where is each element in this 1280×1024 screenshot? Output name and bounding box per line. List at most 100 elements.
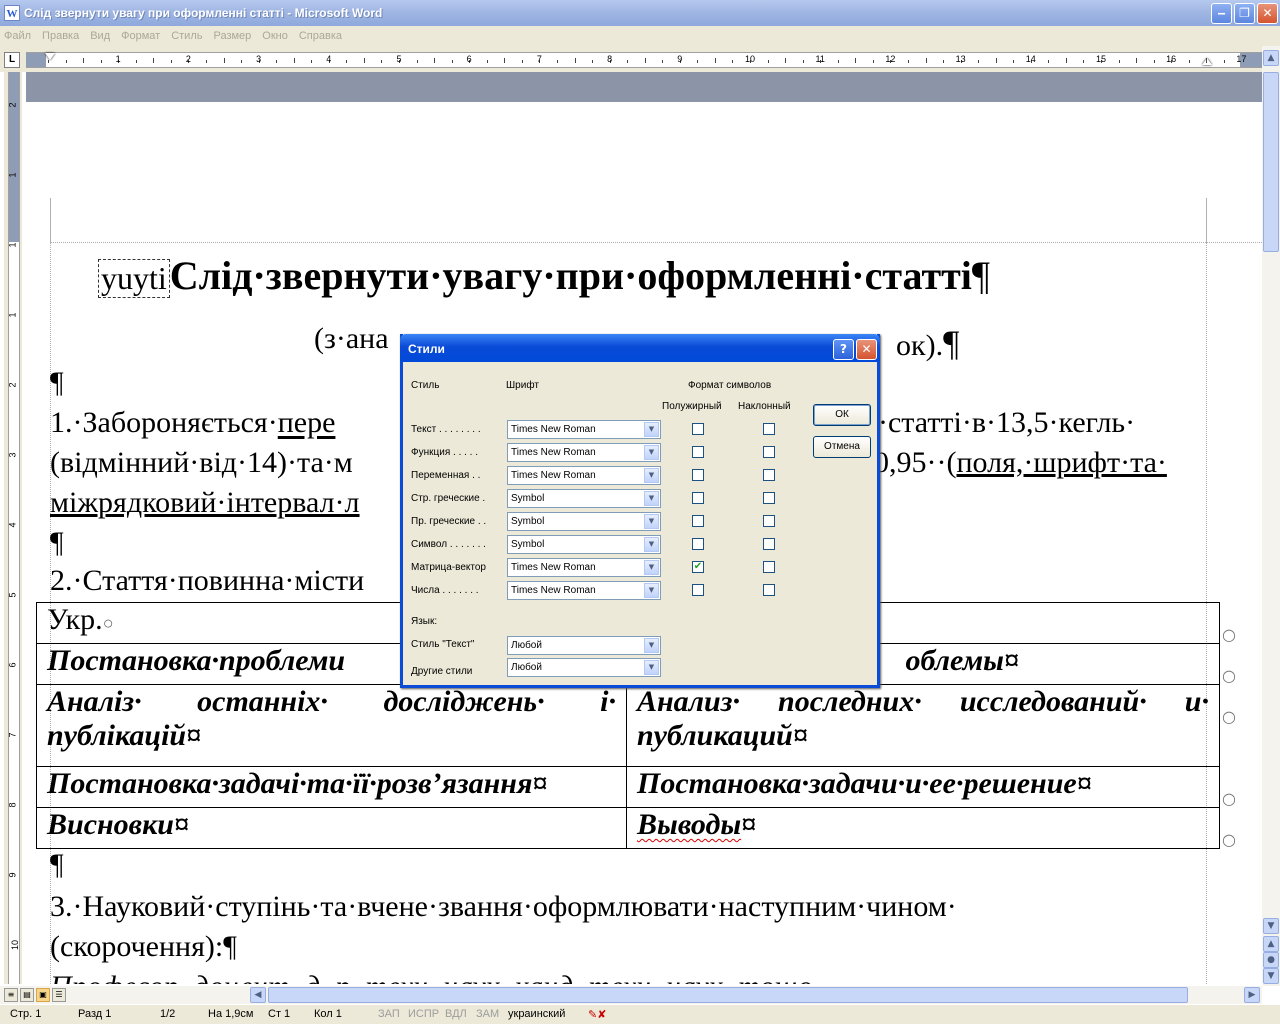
font-combo[interactable]: Times New Roman ▼: [507, 558, 661, 577]
font-combo[interactable]: Symbol ▼: [507, 535, 661, 554]
chevron-down-icon[interactable]: ▼: [644, 638, 659, 653]
minimize-button[interactable]: ‒: [1211, 2, 1232, 24]
scroll-right-icon[interactable]: ▶: [1244, 987, 1260, 1003]
outline-view-icon[interactable]: ☰: [52, 988, 66, 1002]
first-line-indent-marker[interactable]: [45, 53, 55, 60]
chevron-down-icon[interactable]: ▼: [644, 491, 659, 506]
italic-checkbox[interactable]: [763, 584, 775, 596]
bold-checkbox[interactable]: [692, 538, 704, 550]
status-rec[interactable]: ЗАП: [378, 1008, 400, 1020]
horizontal-scroll-thumb[interactable]: [268, 987, 1188, 1003]
menu-edit[interactable]: Правка: [42, 30, 79, 42]
subtitle-left[interactable]: (з·ана: [314, 322, 389, 356]
font-combo[interactable]: Times New Roman ▼: [507, 466, 661, 485]
chevron-down-icon[interactable]: ▼: [644, 445, 659, 460]
dialog-close-button[interactable]: ✕: [856, 339, 877, 360]
bold-checkbox[interactable]: [692, 469, 704, 481]
para4[interactable]: Професор,·доцент,·д.·р.·техн.·наук,·канд…: [50, 970, 820, 984]
para1-line2-left[interactable]: (відмінний·від·14)·та·м: [50, 446, 353, 480]
bold-checkbox[interactable]: [692, 492, 704, 504]
tab-selector-button[interactable]: L: [4, 52, 20, 68]
italic-checkbox[interactable]: [763, 515, 775, 527]
chevron-down-icon[interactable]: ▼: [644, 560, 659, 575]
ok-button[interactable]: ОК: [813, 404, 871, 426]
empty-paragraph-2[interactable]: ¶: [50, 526, 64, 560]
status-track[interactable]: ИСПР: [408, 1008, 439, 1020]
normal-view-icon[interactable]: ≡: [4, 988, 18, 1002]
menu-file[interactable]: Файл: [4, 30, 31, 42]
menu-view[interactable]: Вид: [90, 30, 110, 42]
scroll-down-icon[interactable]: ▼: [1263, 918, 1279, 934]
maximize-button[interactable]: ❐: [1234, 2, 1255, 24]
lang-text-combo[interactable]: Любой ▼: [507, 636, 661, 655]
chevron-down-icon[interactable]: ▼: [644, 422, 659, 437]
dialog-help-button[interactable]: ?: [833, 339, 854, 360]
status-language[interactable]: украинский: [508, 1008, 565, 1020]
chevron-down-icon[interactable]: ▼: [644, 468, 659, 483]
font-combo[interactable]: Times New Roman ▼: [507, 443, 661, 462]
menu-size[interactable]: Размер: [213, 30, 251, 42]
document-heading[interactable]: yuytiСлід·звернути·увагу·при·оформленні·…: [98, 252, 990, 299]
font-combo[interactable]: Times New Roman ▼: [507, 581, 661, 600]
next-page-icon[interactable]: ▼: [1263, 968, 1279, 984]
menu-format[interactable]: Формат: [121, 30, 160, 42]
table-cell[interactable]: Анализ· последних· исследований· и· публ…: [626, 684, 1220, 767]
chevron-down-icon[interactable]: ▼: [644, 660, 659, 675]
para1-line3[interactable]: міжрядковий·інтервал·л: [50, 486, 360, 520]
para1-line2-right[interactable]: 0,95··(поля,·шрифт·та·: [874, 446, 1167, 480]
prev-page-icon[interactable]: ▲: [1263, 936, 1279, 952]
vertical-scrollbar[interactable]: ▲ ▼ ▲ ● ▼: [1262, 46, 1280, 986]
para3-line2[interactable]: (скорочення):¶: [50, 930, 237, 964]
print-view-icon[interactable]: ▣: [36, 988, 50, 1002]
para1-line1-left[interactable]: 1.·Забороняється·пере: [50, 406, 335, 440]
font-combo[interactable]: Symbol ▼: [507, 489, 661, 508]
vertical-scroll-thumb[interactable]: [1263, 72, 1279, 252]
word-app-icon[interactable]: W: [4, 5, 20, 21]
status-overtype[interactable]: ЗАМ: [476, 1008, 499, 1020]
cancel-button[interactable]: Отмена: [813, 436, 871, 458]
italic-checkbox[interactable]: [763, 492, 775, 504]
para1-line1-right[interactable]: ·статті·в·13,5·кегль·: [878, 406, 1135, 440]
horizontal-scrollbar[interactable]: ≡ ▤ ▣ ☰ ◀ ▶: [0, 986, 1262, 1004]
horizontal-ruler[interactable]: 1 2 3 4 5 6 7 8 9 10 11 12 13 14 15 16 17: [26, 52, 1262, 68]
table-cell[interactable]: Выводы¤: [626, 807, 1220, 849]
para2[interactable]: 2.·Стаття·повинна·місти: [50, 564, 364, 598]
close-button[interactable]: ✕: [1257, 2, 1278, 24]
bold-checkbox[interactable]: [692, 423, 704, 435]
italic-checkbox[interactable]: [763, 538, 775, 550]
menu-help[interactable]: Справка: [299, 30, 342, 42]
ruler-number: 12: [885, 54, 896, 64]
table-cell[interactable]: Аналіз· останніх· досліджень· і· публіка…: [36, 684, 627, 767]
lang-other-combo[interactable]: Любой ▼: [507, 658, 661, 677]
italic-checkbox[interactable]: [763, 446, 775, 458]
status-extend[interactable]: ВДЛ: [445, 1008, 467, 1020]
bold-checkbox[interactable]: [692, 515, 704, 527]
table-cell[interactable]: Постановка·задачи·и·ее·решение¤: [626, 766, 1220, 808]
font-combo[interactable]: Times New Roman ▼: [507, 420, 661, 439]
vertical-ruler[interactable]: 2 1 1 1 2 3 4 5 6 7 8 9 10: [4, 72, 22, 984]
empty-paragraph-3[interactable]: ¶: [50, 848, 64, 882]
bold-checkbox[interactable]: [692, 446, 704, 458]
web-view-icon[interactable]: ▤: [20, 988, 34, 1002]
font-combo[interactable]: Symbol ▼: [507, 512, 661, 531]
italic-checkbox[interactable]: [763, 469, 775, 481]
subtitle-right[interactable]: ок).¶: [896, 322, 959, 364]
scroll-left-icon[interactable]: ◀: [250, 987, 266, 1003]
chevron-down-icon[interactable]: ▼: [644, 514, 659, 529]
para3-line1[interactable]: 3.·Науковий·ступінь·та·вчене·звання·офор…: [50, 890, 957, 924]
chevron-down-icon[interactable]: ▼: [644, 583, 659, 598]
table-cell[interactable]: Висновки¤: [36, 807, 627, 849]
field-box[interactable]: yuyti: [98, 259, 170, 298]
menu-window[interactable]: Окно: [262, 30, 288, 42]
bold-checkbox[interactable]: [692, 584, 704, 596]
menu-style[interactable]: Стиль: [171, 30, 202, 42]
chevron-down-icon[interactable]: ▼: [644, 537, 659, 552]
spelling-status-icon[interactable]: ✎✘: [588, 1008, 606, 1021]
empty-paragraph[interactable]: ¶: [50, 366, 64, 400]
table-cell[interactable]: Постановка·задачі·та·її·розв’язання¤: [36, 766, 627, 808]
bold-checkbox[interactable]: ✔: [692, 561, 704, 573]
browse-object-icon[interactable]: ●: [1263, 952, 1279, 968]
scroll-up-icon[interactable]: ▲: [1263, 50, 1279, 66]
italic-checkbox[interactable]: [763, 561, 775, 573]
italic-checkbox[interactable]: [763, 423, 775, 435]
